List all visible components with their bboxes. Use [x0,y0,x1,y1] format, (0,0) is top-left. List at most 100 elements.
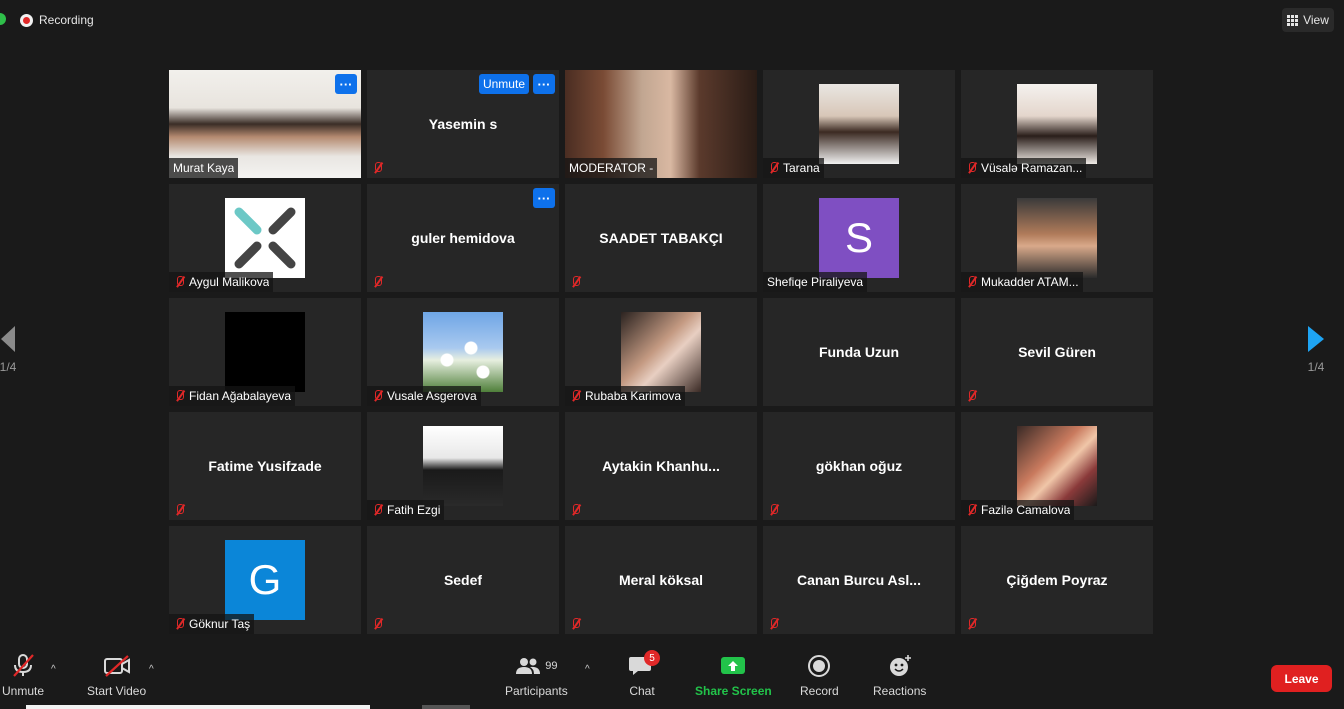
participant-tile[interactable]: gökhan oğuz [763,412,955,520]
next-page-button[interactable]: 1/4 [1288,305,1344,395]
microphone-muted-icon [13,654,34,677]
mic-muted-icon [767,161,781,175]
camera-off-icon [103,655,130,677]
taskbar-strip [26,705,370,709]
participant-name-bar: Tarana [763,158,824,178]
mic-muted-icon [965,275,979,289]
participant-tile[interactable]: Fidan Ağabalayeva [169,298,361,406]
participant-tile[interactable]: Çiğdem Poyraz [961,526,1153,634]
participant-name: MODERATOR - [569,161,654,175]
page-indicator-right: 1/4 [1307,360,1325,374]
taskbar-strip-secondary [422,705,470,709]
participant-name: Mukadder ATAM... [981,275,1079,289]
more-options-button[interactable]: ··· [335,74,357,94]
participant-name-bar: Aygul Malikova [169,272,274,292]
participant-name: Göknur Taş [189,617,251,631]
participant-tile[interactable]: Fatih Ezgi [367,412,559,520]
participant-tile[interactable]: Sedef [367,526,559,634]
participant-tile[interactable]: Tarana [763,70,955,178]
participant-tile[interactable]: guler hemidova ··· [367,184,559,292]
participant-tile[interactable]: Mukadder ATAM... [961,184,1153,292]
start-video-label: Start Video [87,684,147,698]
participant-name-bar [961,614,983,634]
participant-name-bar: Murat Kaya [169,158,239,178]
audio-options-caret-icon[interactable]: ^ [51,664,56,675]
more-options-button[interactable]: ··· [533,74,555,94]
participant-name: Fidan Ağabalayeva [189,389,292,403]
participant-name-bar: Mukadder ATAM... [961,272,1083,292]
more-options-button[interactable]: ··· [533,188,555,208]
participant-name-bar: Fazilə Camalova [961,500,1075,520]
participant-display-name: Yasemin s [428,116,498,132]
participant-tile[interactable]: Fazilə Camalova [961,412,1153,520]
mic-muted-icon [371,161,385,175]
share-screen-button[interactable]: Share Screen [695,654,772,698]
participant-tile[interactable]: S Shefiqe Piraliyeva [763,184,955,292]
security-shield-icon[interactable] [0,13,6,25]
recording-indicator[interactable]: Recording [20,9,94,31]
participant-display-name: gökhan oğuz [815,458,903,474]
chat-button[interactable]: 5 Chat [628,650,660,698]
participant-tile[interactable]: Fatime Yusifzade [169,412,361,520]
participants-label: Participants [505,684,568,698]
participant-tile[interactable]: Aygul Malikova [169,184,361,292]
unmute-button[interactable]: Unmute [2,654,44,698]
profile-logo-icon [225,198,305,278]
mic-muted-icon [767,617,781,631]
participant-name: Shefiqe Piraliyeva [767,275,864,289]
participant-name: Vüsalə Ramazan... [981,161,1083,175]
recording-label: Recording [39,13,94,27]
participants-caret-icon[interactable]: ^ [585,664,590,675]
mic-muted-icon [569,503,583,517]
participants-button[interactable]: 99 Participants [505,654,568,698]
view-button[interactable]: View [1282,8,1334,32]
participant-tile[interactable]: Sevil Güren [961,298,1153,406]
participant-tile[interactable]: Yasemin s ··· Unmute [367,70,559,178]
participant-display-name: Sedef [443,572,483,588]
participant-name: Vusale Asgerova [387,389,477,403]
record-button[interactable]: Record [800,654,839,698]
participant-name-bar [367,158,389,178]
leave-button[interactable]: Leave [1271,665,1332,692]
participant-name: Murat Kaya [173,161,235,175]
participant-avatar [225,312,305,392]
reactions-button[interactable]: Reactions [873,654,926,698]
mic-muted-icon [965,389,979,403]
participant-tile[interactable]: ··· Murat Kaya [169,70,361,178]
participant-tile[interactable]: Meral köksal [565,526,757,634]
participant-tile[interactable]: Rubaba Karimova [565,298,757,406]
participant-tile[interactable]: MODERATOR - [565,70,757,178]
participant-avatar [621,312,701,392]
mic-muted-icon [173,503,187,517]
previous-page-button[interactable]: 1/4 [0,305,36,395]
participant-tile[interactable]: Vusale Asgerova [367,298,559,406]
start-video-button[interactable]: Start Video [87,654,146,698]
participant-avatar [1017,198,1097,278]
participant-name-bar [763,614,785,634]
participant-name-bar [763,500,785,520]
participant-tile[interactable]: G Göknur Taş [169,526,361,634]
participants-count: 99 [545,660,558,672]
participant-avatar [423,426,503,506]
mic-muted-icon [965,503,979,517]
unmute-label: Unmute [2,684,45,698]
record-label: Record [800,684,839,698]
participant-tile[interactable]: Funda Uzun [763,298,955,406]
participant-tile[interactable]: Aytakin Khanhu... [565,412,757,520]
mic-muted-icon [767,503,781,517]
grid-icon [1287,14,1299,26]
share-screen-label: Share Screen [695,684,772,698]
video-options-caret-icon[interactable]: ^ [149,664,154,675]
video-gallery: ··· Murat Kaya Yasemin s ··· Unmute MODERATOR… [169,70,1153,634]
participant-display-name: Çiğdem Poyraz [1006,572,1108,588]
mic-muted-icon [569,389,583,403]
mic-muted-icon [965,161,979,175]
chat-unread-badge: 5 [644,650,660,666]
ask-to-unmute-button[interactable]: Unmute [478,74,529,94]
participant-tile[interactable]: Canan Burcu Asl... [763,526,955,634]
participant-tile[interactable]: Vüsalə Ramazan... [961,70,1153,178]
record-icon [808,655,831,677]
participant-tile[interactable]: SAADET TABAKÇI [565,184,757,292]
participant-name-bar [961,386,983,406]
mic-muted-icon [569,617,583,631]
